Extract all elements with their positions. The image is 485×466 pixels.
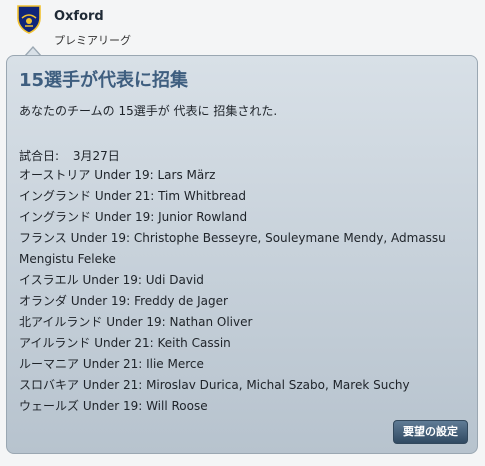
club-crest-icon (17, 5, 41, 34)
callup-item: アイルランド Under 21: Keith Cassin (19, 336, 231, 350)
league-name[interactable]: プレミアリーグ (54, 32, 131, 48)
match-date-row: 試合日: 3月27日 (19, 147, 120, 164)
match-date-label: 試合日: (19, 149, 60, 163)
callup-item: イングランド Under 19: Junior Rowland (19, 210, 248, 224)
notification-title: 15選手が代表に招集 (19, 70, 189, 91)
club-header: Oxford プレミアリーグ (0, 0, 485, 56)
callup-item: ルーマニア Under 21: Ilie Merce (19, 357, 204, 371)
callup-item: フランス Under 19: Christophe Besseyre, Soul… (19, 231, 446, 266)
set-request-button[interactable]: 要望の設定 (393, 420, 468, 444)
callup-list: オーストリア Under 19: Lars März イングランド Under … (19, 165, 469, 417)
notification-card: 15選手が代表に招集 あなたのチームの 15選手が 代表に 招集された. 試合日… (6, 55, 478, 454)
notification-intro: あなたのチームの 15選手が 代表に 招集された. (19, 104, 278, 118)
callup-item: イスラエル Under 19: Udi David (19, 273, 204, 287)
club-name[interactable]: Oxford (54, 9, 104, 24)
callup-item: オランダ Under 19: Freddy de Jager (19, 294, 228, 308)
callup-item: オーストリア Under 19: Lars März (19, 168, 216, 182)
match-date-value: 3月27日 (72, 149, 120, 163)
callup-item: スロバキア Under 21: Miroslav Durica, Michal … (19, 378, 410, 392)
callup-item: ウェールズ Under 19: Will Roose (19, 399, 208, 413)
callup-item: イングランド Under 21: Tim Whitbread (19, 189, 247, 203)
callup-item: 北アイルランド Under 19: Nathan Oliver (19, 315, 253, 329)
